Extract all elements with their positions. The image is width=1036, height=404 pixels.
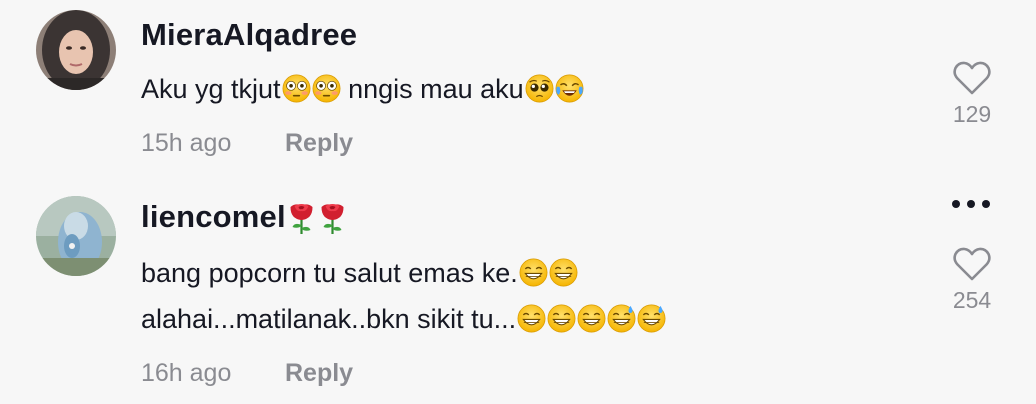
comment-text-part: Aku yg tkjut xyxy=(141,74,281,104)
comment-text: bang popcorn tu salut emas ke. xyxy=(141,258,578,289)
grinning-face-icon xyxy=(577,304,606,333)
username-text: liencomel xyxy=(141,199,286,234)
like-count: 129 xyxy=(952,101,992,127)
avatar[interactable] xyxy=(36,10,116,90)
flushed-face-icon xyxy=(312,74,341,103)
grinning-face-icon xyxy=(517,304,546,333)
like-count: 254 xyxy=(952,287,992,313)
comment-line: bang popcorn tu salut emas ke. xyxy=(141,258,518,288)
timestamp: 16h ago xyxy=(141,359,232,387)
rose-icon xyxy=(317,199,348,235)
grinning-sweat-face-icon xyxy=(637,304,666,333)
username[interactable]: liencomel xyxy=(141,199,348,235)
pleading-face-icon xyxy=(525,74,554,103)
avatar[interactable] xyxy=(36,196,116,276)
comment-text: alahai...matilanak..bkn sikit tu... xyxy=(141,304,666,335)
username[interactable]: MieraAlqadree xyxy=(141,17,357,53)
comment-text: Aku yg tkjut nngis mau aku xyxy=(141,74,584,105)
tears-of-joy-icon xyxy=(555,74,584,103)
more-options-icon[interactable] xyxy=(948,198,994,210)
grinning-face-icon xyxy=(519,258,548,287)
flushed-face-icon xyxy=(282,74,311,103)
heart-icon[interactable] xyxy=(953,247,991,281)
comment-line: alahai...matilanak..bkn sikit tu... xyxy=(141,304,517,334)
reply-button[interactable]: Reply xyxy=(285,129,353,158)
grinning-sweat-face-icon xyxy=(607,304,636,333)
grinning-face-icon xyxy=(547,304,576,333)
timestamp: 15h ago xyxy=(141,129,232,157)
heart-icon[interactable] xyxy=(953,61,991,95)
rose-icon xyxy=(286,199,317,235)
comment-text-part: nngis mau aku xyxy=(340,74,524,104)
grinning-face-icon xyxy=(549,258,578,287)
reply-button[interactable]: Reply xyxy=(285,359,353,388)
